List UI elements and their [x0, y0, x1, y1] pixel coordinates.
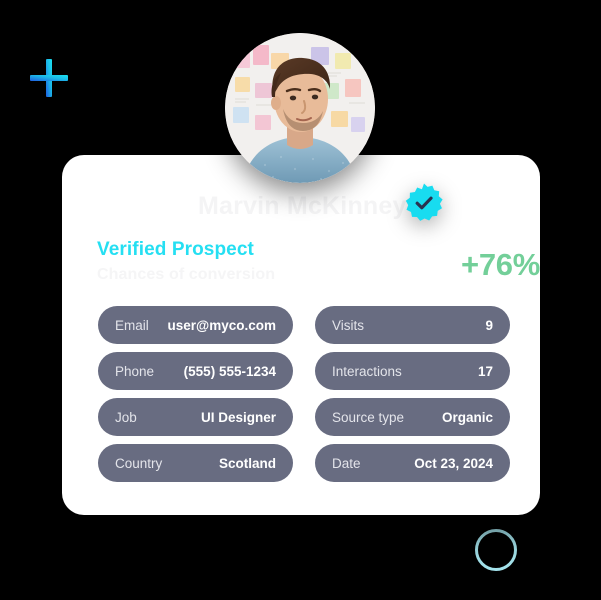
conversion-percent: +76%	[461, 247, 540, 282]
detail-pill-label: Date	[332, 455, 361, 471]
headline-title: Verified Prospect	[97, 239, 254, 260]
headline-block: Verified Prospect Chances of conversion	[97, 238, 357, 285]
detail-pill-value: user@myco.com	[167, 317, 276, 333]
detail-pill-value: Oct 23, 2024	[414, 455, 493, 471]
detail-pill: Email user@myco.com	[98, 306, 293, 344]
plus-icon	[27, 56, 71, 100]
detail-pill-value: Scotland	[218, 455, 276, 471]
detail-pill: Job UI Designer	[98, 398, 293, 436]
detail-pill-label: Visits	[332, 317, 365, 333]
detail-pill: Interactions 17	[315, 352, 510, 390]
detail-pill: Visits 9	[315, 306, 510, 344]
detail-pill-label: Country	[115, 455, 163, 471]
detail-pill-value: 17	[477, 363, 493, 379]
detail-pill-value: UI Designer	[200, 409, 276, 425]
avatar	[225, 33, 375, 183]
detail-pill-label: Email	[115, 317, 149, 333]
detail-pill: Source type Organic	[315, 398, 510, 436]
verified-badge-icon	[403, 182, 445, 224]
detail-pill-value: 9	[485, 317, 493, 333]
detail-pill-label: Source type	[332, 409, 405, 425]
detail-pill-value: Organic	[441, 409, 493, 425]
detail-pill-label: Phone	[115, 363, 155, 379]
detail-pill-value: (555) 555-1234	[183, 363, 276, 379]
detail-pill-label: Interactions	[332, 363, 402, 379]
detail-pill: Date Oct 23, 2024	[315, 444, 510, 482]
screen-root: Marvin McKinney Verified Prospect Chance…	[0, 0, 601, 600]
profile-name: Marvin McKinney	[198, 192, 407, 220]
avatar-photo	[225, 33, 375, 183]
detail-pill: Country Scotland	[98, 444, 293, 482]
detail-pill-label: Job	[115, 409, 137, 425]
details-grid: Email user@myco.com Visits 9 Phone (555) 555-…	[98, 306, 510, 482]
circle-outline-icon	[475, 529, 517, 571]
detail-pill: Phone (555) 555-1234	[98, 352, 293, 390]
headline-subtitle: Chances of conversion	[97, 266, 276, 283]
